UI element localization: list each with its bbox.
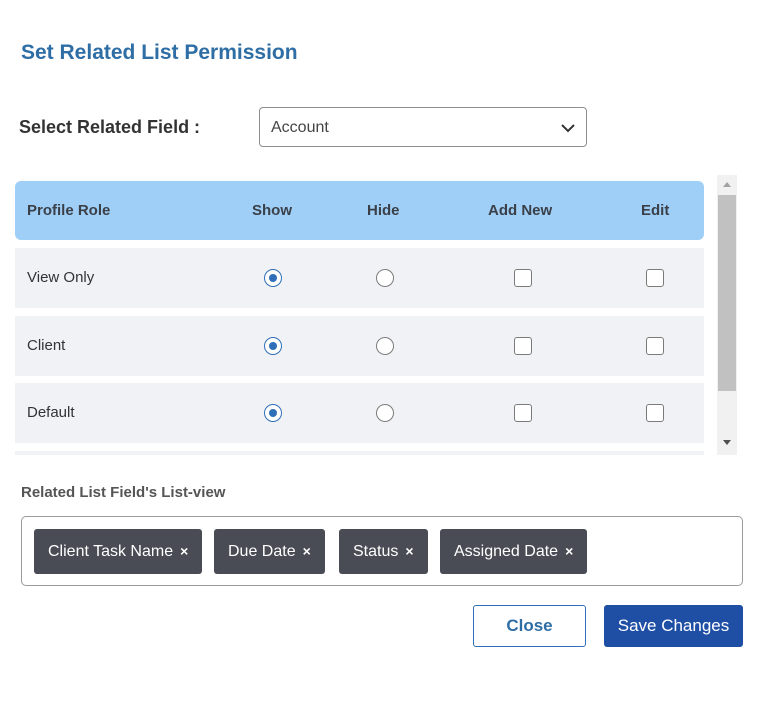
table-row <box>15 451 704 455</box>
tag-label: Due Date <box>228 543 296 560</box>
header-profile-role: Profile Role <box>27 202 111 219</box>
related-field-select[interactable]: Account <box>259 107 587 147</box>
hide-radio[interactable] <box>376 337 394 355</box>
add-new-checkbox[interactable] <box>514 337 532 355</box>
tag-label: Assigned Date <box>454 543 559 560</box>
table-row: Default <box>15 383 704 443</box>
dialog-title: Set Related List Permission <box>21 41 298 64</box>
row-role-name: Client <box>27 337 66 354</box>
row-role-name: View Only <box>27 269 95 286</box>
header-edit: Edit <box>641 202 670 219</box>
header-show: Show <box>252 202 292 219</box>
chevron-down-icon <box>561 124 575 133</box>
header-add-new: Add New <box>488 202 553 219</box>
hide-radio[interactable] <box>376 404 394 422</box>
remove-tag-icon[interactable]: × <box>565 543 573 559</box>
permission-table: Profile Role Show Hide Add New Edit View… <box>15 175 737 455</box>
tag-client-task-name: Client Task Name × <box>34 529 203 574</box>
related-field-label: Select Related Field : <box>19 117 201 137</box>
scroll-up-arrow-icon[interactable] <box>723 182 731 187</box>
remove-tag-icon[interactable]: × <box>303 543 311 559</box>
remove-tag-icon[interactable]: × <box>405 543 413 559</box>
tag-label: Status <box>353 543 399 560</box>
tag-due-date: Due Date × <box>214 529 325 574</box>
scroll-down-arrow-icon[interactable] <box>723 440 731 445</box>
show-radio[interactable] <box>264 404 282 422</box>
table-row: View Only <box>15 248 704 308</box>
edit-checkbox[interactable] <box>646 404 664 422</box>
list-view-field-box[interactable]: Client Task Name × Due Date × Status × Assi… <box>21 516 743 586</box>
show-radio[interactable] <box>264 337 282 355</box>
tag-label: Client Task Name <box>48 543 174 560</box>
related-field-value: Account <box>271 119 329 136</box>
remove-tag-icon[interactable]: × <box>180 543 188 559</box>
table-scrollbar[interactable] <box>717 175 737 455</box>
show-radio[interactable] <box>264 269 282 287</box>
edit-checkbox[interactable] <box>646 337 664 355</box>
close-button[interactable]: Close <box>473 605 586 647</box>
table-header: Profile Role Show Hide Add New Edit <box>15 181 704 240</box>
hide-radio[interactable] <box>376 269 394 287</box>
scrollbar-thumb[interactable] <box>718 195 736 391</box>
header-hide: Hide <box>367 202 400 219</box>
tag-status: Status × <box>339 529 428 574</box>
tag-assigned-date: Assigned Date × <box>440 529 588 574</box>
edit-checkbox[interactable] <box>646 269 664 287</box>
table-row: Client <box>15 316 704 376</box>
list-view-label: Related List Field's List-view <box>21 484 226 501</box>
add-new-checkbox[interactable] <box>514 404 532 422</box>
add-new-checkbox[interactable] <box>514 269 532 287</box>
save-changes-button[interactable]: Save Changes <box>604 605 743 647</box>
row-role-name: Default <box>27 404 75 421</box>
